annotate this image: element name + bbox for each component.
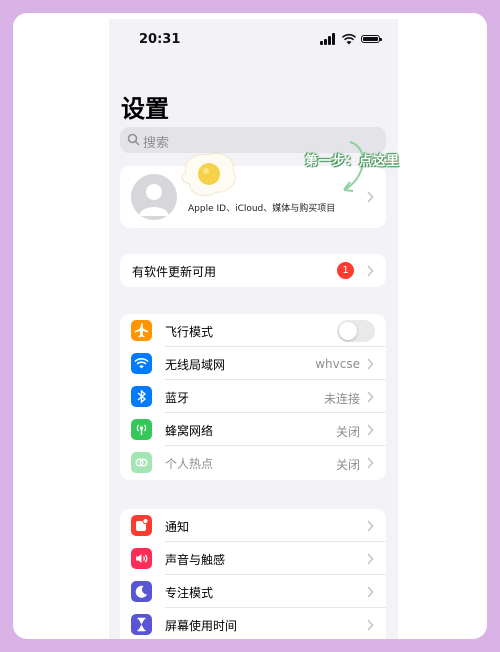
status-icons xyxy=(310,33,382,45)
moon-icon xyxy=(131,581,152,602)
hotspot-label: 个人热点 xyxy=(165,457,214,471)
software-update-row[interactable]: 有软件更新可用 1 xyxy=(120,254,386,287)
row-focus[interactable]: 专注模式 xyxy=(120,575,386,608)
hotspot-value: 关闭 xyxy=(335,458,360,472)
wifi-icon xyxy=(131,353,152,374)
hourglass-icon xyxy=(131,614,152,635)
row-screen-time[interactable]: 屏幕使用时间 xyxy=(120,608,386,639)
chevron-right-icon xyxy=(367,586,374,598)
notification-icon xyxy=(131,515,152,536)
search-icon xyxy=(127,133,140,146)
bluetooth-label: 蓝牙 xyxy=(165,391,190,405)
row-bluetooth[interactable]: 蓝牙 未连接 xyxy=(120,380,386,413)
cellular-icon xyxy=(131,419,152,440)
airplane-mode-toggle[interactable] xyxy=(337,320,375,342)
cellular-value: 关闭 xyxy=(335,425,360,439)
row-personal-hotspot[interactable]: 个人热点 关闭 xyxy=(120,446,386,479)
airplane-mode-label: 飞行模式 xyxy=(165,325,214,339)
chevron-right-icon xyxy=(367,358,374,370)
person-icon xyxy=(139,184,169,216)
signal-icon xyxy=(320,33,336,45)
sounds-label: 声音与触感 xyxy=(165,553,226,567)
airplane-icon xyxy=(131,320,152,341)
search-placeholder: 搜索 xyxy=(143,136,170,151)
row-airplane-mode: 飞行模式 xyxy=(120,314,386,347)
row-wifi[interactable]: 无线局域网 whvcse xyxy=(120,347,386,380)
chevron-right-icon xyxy=(367,619,374,631)
fried-egg-sticker-icon xyxy=(181,153,236,197)
software-update-label: 有软件更新可用 xyxy=(132,265,217,279)
row-notifications[interactable]: 通知 xyxy=(120,509,386,542)
status-time: 20:31 xyxy=(139,32,181,47)
avatar xyxy=(131,174,177,220)
focus-label: 专注模式 xyxy=(165,586,214,600)
wifi-status-icon xyxy=(342,33,356,45)
row-sounds-haptics[interactable]: 声音与触感 xyxy=(120,542,386,575)
screen-time-label: 屏幕使用时间 xyxy=(165,619,238,633)
chevron-right-icon xyxy=(367,457,374,469)
sound-icon xyxy=(131,548,152,569)
hotspot-icon xyxy=(131,452,152,473)
cellular-label: 蜂窝网络 xyxy=(165,424,214,438)
chevron-right-icon xyxy=(367,424,374,436)
bluetooth-value: 未连接 xyxy=(323,392,360,406)
wifi-label: 无线局域网 xyxy=(165,358,226,372)
chevron-right-icon xyxy=(367,553,374,565)
profile-subtitle: Apple ID、iCloud、媒体与购买项目 xyxy=(188,204,336,214)
page-title: 设置 xyxy=(121,95,169,123)
settings-screen: 20:31 设置 搜索 Apple ID、iCloud、媒体与购买项目 有软件更… xyxy=(109,19,398,639)
tutorial-annotation: 第一步：点这里 xyxy=(305,154,400,169)
wifi-value: whvcse xyxy=(315,357,360,371)
update-badge: 1 xyxy=(337,262,354,279)
chevron-right-icon xyxy=(367,265,374,277)
chevron-right-icon xyxy=(367,520,374,532)
row-cellular[interactable]: 蜂窝网络 关闭 xyxy=(120,413,386,446)
chevron-right-icon xyxy=(367,391,374,403)
notifications-label: 通知 xyxy=(165,520,190,534)
notifications-group: 通知 声音与触感 专注模式 屏幕使用时间 xyxy=(120,509,386,639)
bluetooth-icon xyxy=(131,386,152,407)
battery-icon xyxy=(361,35,382,43)
status-bar: 20:31 xyxy=(109,19,398,63)
connectivity-group: 飞行模式 无线局域网 whvcse 蓝牙 未连接 蜂窝网络 关闭 个人热点 关闭 xyxy=(120,314,386,480)
